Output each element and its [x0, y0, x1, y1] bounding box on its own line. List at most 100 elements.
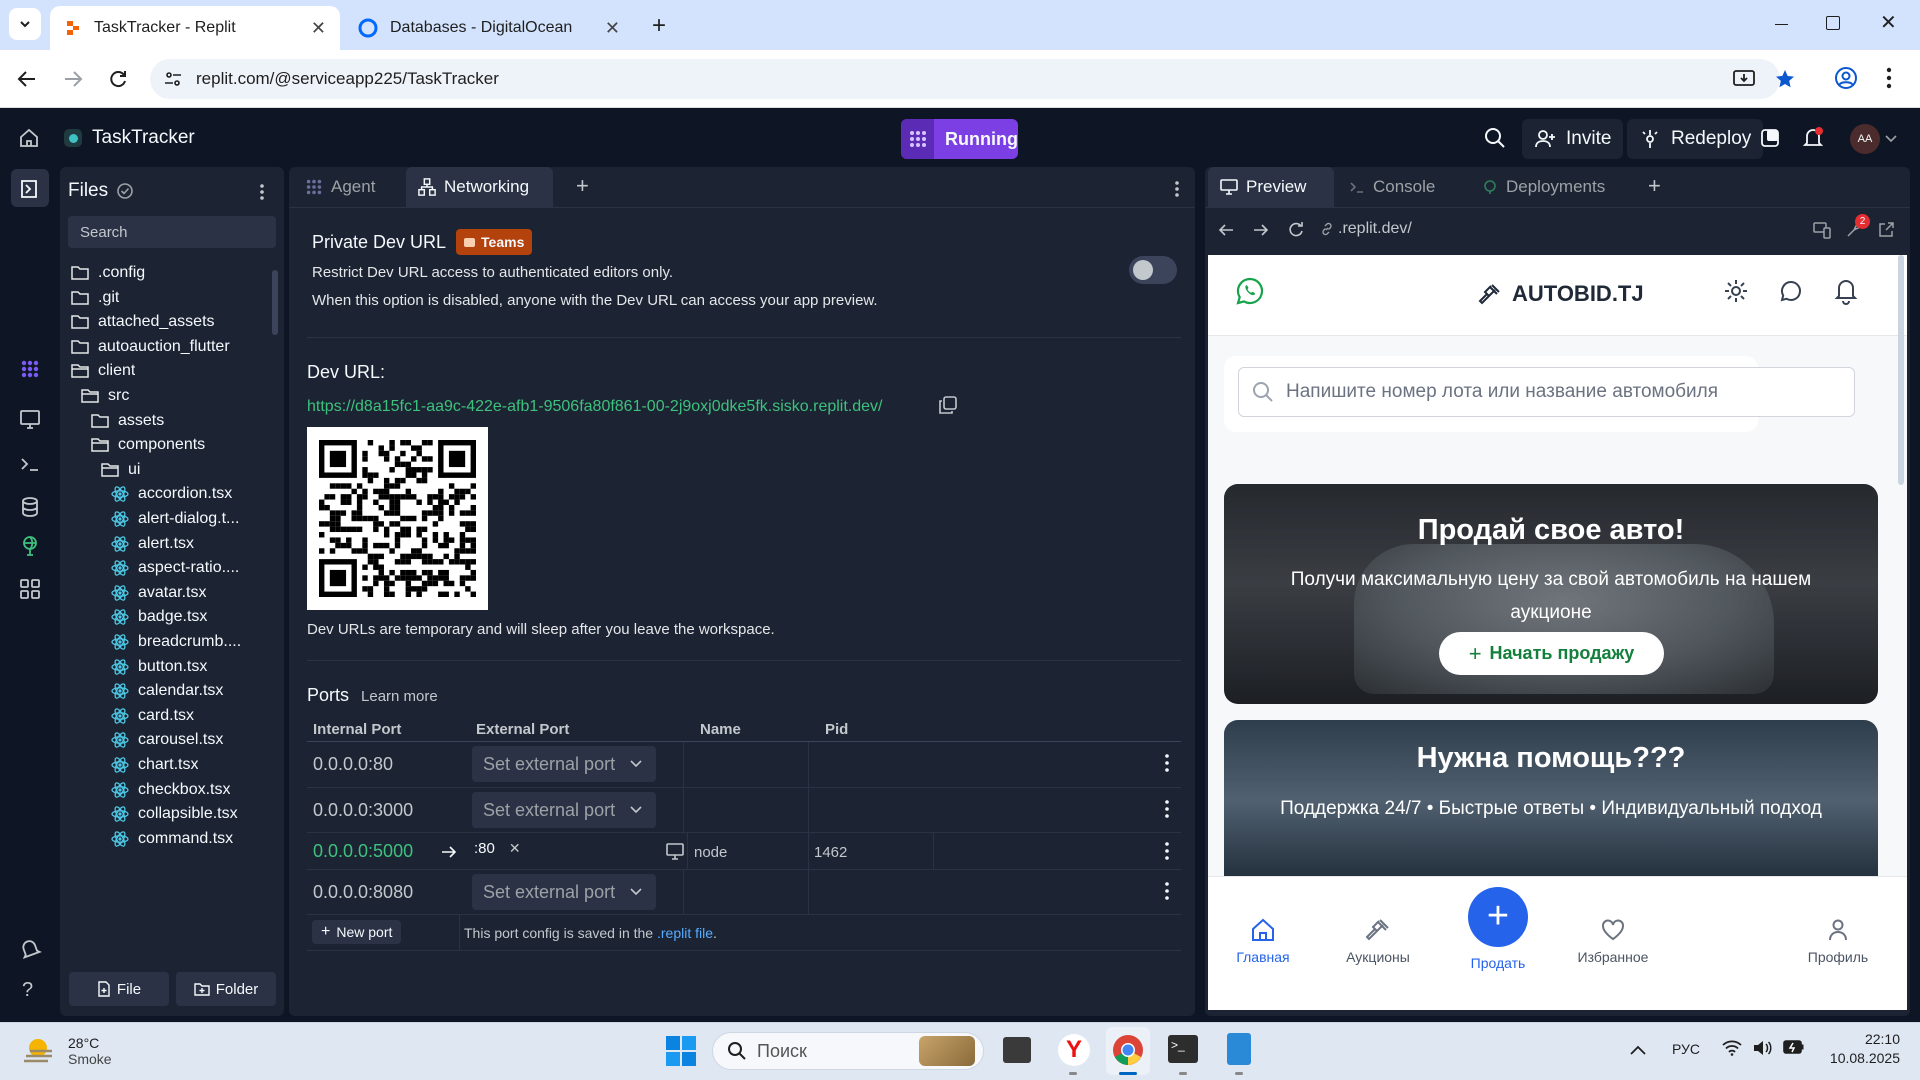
port-row-menu-icon[interactable]: [1164, 840, 1170, 862]
back-arrow-icon[interactable]: [16, 68, 38, 90]
copy-icon[interactable]: [939, 396, 957, 414]
tab-search-button[interactable]: [9, 8, 41, 40]
open-in-webview-icon[interactable]: [665, 843, 685, 861]
tab-networking[interactable]: Networking: [406, 167, 553, 207]
forward-arrow-icon[interactable]: [62, 68, 84, 90]
add-tab-button[interactable]: +: [1648, 173, 1661, 199]
new-folder-button[interactable]: Folder: [176, 972, 276, 1006]
nav-home[interactable]: Главная: [1228, 917, 1298, 965]
help-icon[interactable]: ?: [22, 979, 33, 1002]
restore-window-button[interactable]: [1826, 16, 1840, 30]
taskbar-notepad-icon[interactable]: [1227, 1033, 1251, 1065]
reload-icon[interactable]: [107, 68, 129, 90]
address-bar[interactable]: replit.com/@serviceapp225/TaskTracker: [150, 59, 1780, 99]
whatsapp-icon[interactable]: [1235, 276, 1265, 306]
external-port-select[interactable]: Set external port: [472, 792, 656, 828]
nav-favorites[interactable]: Избранное: [1563, 917, 1663, 965]
file-search-input[interactable]: Search: [68, 216, 276, 248]
app-brand[interactable]: AUTOBID.TJ: [1478, 281, 1644, 307]
project-switcher[interactable]: TaskTracker: [64, 127, 195, 149]
files-menu-icon[interactable]: [259, 183, 265, 201]
tab-agent[interactable]: Agent: [293, 167, 387, 207]
browser-tab-replit[interactable]: TaskTracker - Replit ✕: [50, 6, 340, 50]
wifi-icon[interactable]: [1722, 1040, 1742, 1056]
windows-start-icon[interactable]: [665, 1035, 697, 1067]
add-tab-button[interactable]: +: [576, 173, 589, 199]
run-status-button[interactable]: Running: [901, 119, 1018, 159]
database-icon[interactable]: [18, 495, 42, 519]
bookmark-star-icon[interactable]: [1774, 68, 1796, 90]
tab-deployments[interactable]: Deployments: [1470, 167, 1635, 207]
search-icon[interactable]: [1484, 127, 1506, 149]
volume-icon[interactable]: [1752, 1040, 1772, 1056]
taskbar-terminal-icon[interactable]: >_: [1168, 1035, 1198, 1063]
dev-url-link[interactable]: https://d8a15fc1-aa9c-422e-afb1-9506fa80…: [307, 398, 882, 416]
settings-gear-icon[interactable]: [1723, 278, 1749, 304]
notifications-bell-icon[interactable]: [1802, 126, 1824, 150]
dev-url-qr-code[interactable]: [307, 427, 488, 610]
minimize-window-button[interactable]: [1770, 6, 1794, 36]
home-icon[interactable]: [18, 127, 40, 149]
invite-button[interactable]: Invite: [1522, 119, 1624, 159]
external-port-select[interactable]: Set external port: [472, 746, 656, 782]
port-row-menu-icon[interactable]: [1164, 880, 1170, 902]
start-selling-button[interactable]: + Начать продажу: [1439, 632, 1664, 675]
language-indicator[interactable]: РУС: [1672, 1041, 1700, 1057]
taskbar-app-task-view[interactable]: [1003, 1037, 1031, 1063]
webview-icon[interactable]: [18, 407, 42, 431]
learn-more-link[interactable]: Learn more: [361, 688, 438, 705]
install-app-icon[interactable]: [1733, 69, 1755, 89]
tab-console[interactable]: Console: [1337, 167, 1467, 207]
redeploy-button[interactable]: Redeploy: [1627, 119, 1764, 159]
close-tab-icon[interactable]: ✕: [605, 18, 620, 39]
nav-profile[interactable]: Профиль: [1798, 917, 1878, 965]
replit-file-link[interactable]: .replit file: [657, 925, 713, 941]
new-port-button[interactable]: + New port: [312, 920, 402, 944]
notifications-bell-icon[interactable]: [1833, 277, 1859, 305]
nav-auctions[interactable]: Аукционы: [1333, 917, 1423, 965]
profile-icon[interactable]: [1834, 66, 1858, 90]
close-tab-icon[interactable]: ✕: [311, 18, 326, 39]
app-scrollbar[interactable]: [1898, 255, 1904, 485]
forward-arrow-icon[interactable]: [1252, 222, 1270, 238]
weather-widget[interactable]: 28°C Smoke: [22, 1035, 112, 1067]
devices-icon[interactable]: [1813, 221, 1831, 239]
agent-icon[interactable]: [18, 357, 42, 381]
reload-icon[interactable]: [1287, 221, 1305, 239]
search-input[interactable]: Напишите номер лота или название автомоб…: [1238, 367, 1855, 417]
taskbar-search-box[interactable]: Поиск: [712, 1032, 984, 1070]
battery-charging-icon[interactable]: [1783, 1040, 1805, 1054]
back-arrow-icon[interactable]: [1217, 222, 1235, 238]
file-tree-scrollbar[interactable]: [272, 270, 278, 335]
clock[interactable]: 22:10 10.08.2025: [1820, 1031, 1900, 1066]
browser-menu-icon[interactable]: [1886, 66, 1892, 90]
file-tree-file[interactable]: command.tsx: [110, 825, 233, 853]
shell-icon[interactable]: [18, 452, 42, 476]
nav-sell[interactable]: + Продать: [1458, 887, 1538, 971]
chat-bubble-icon[interactable]: [1779, 279, 1803, 303]
preview-url-input[interactable]: .replit.dev/: [1314, 215, 1802, 243]
close-window-button[interactable]: ✕: [1880, 10, 1897, 35]
chevron-down-icon[interactable]: [1885, 135, 1897, 143]
networking-icon[interactable]: [18, 533, 42, 557]
all-tools-icon[interactable]: [18, 577, 42, 601]
taskbar-app-yandex[interactable]: Y: [1058, 1034, 1090, 1066]
panel-menu-icon[interactable]: [1174, 180, 1180, 198]
external-port-chip[interactable]: :80 ✕: [474, 840, 521, 857]
new-tab-button[interactable]: +: [652, 12, 666, 40]
new-file-button[interactable]: File: [69, 972, 169, 1006]
browser-tab-digitalocean[interactable]: Databases - DigitalOcean ✕: [344, 6, 634, 50]
external-port-select[interactable]: Set external port: [472, 874, 656, 910]
multiplayer-icon[interactable]: [1760, 128, 1780, 148]
remove-port-icon[interactable]: ✕: [509, 840, 521, 857]
tab-preview[interactable]: Preview: [1208, 167, 1334, 207]
port-row-menu-icon[interactable]: [1164, 798, 1170, 820]
site-info-icon[interactable]: [164, 70, 182, 88]
port-row-menu-icon[interactable]: [1164, 752, 1170, 774]
alerts-icon[interactable]: [18, 937, 42, 961]
open-new-tab-icon[interactable]: [1877, 221, 1895, 239]
port-config-note: This port config is saved in the .replit…: [464, 925, 717, 941]
user-avatar[interactable]: AA: [1850, 124, 1880, 154]
private-url-toggle[interactable]: [1129, 256, 1177, 284]
show-hidden-icons-icon[interactable]: [1630, 1045, 1646, 1055]
